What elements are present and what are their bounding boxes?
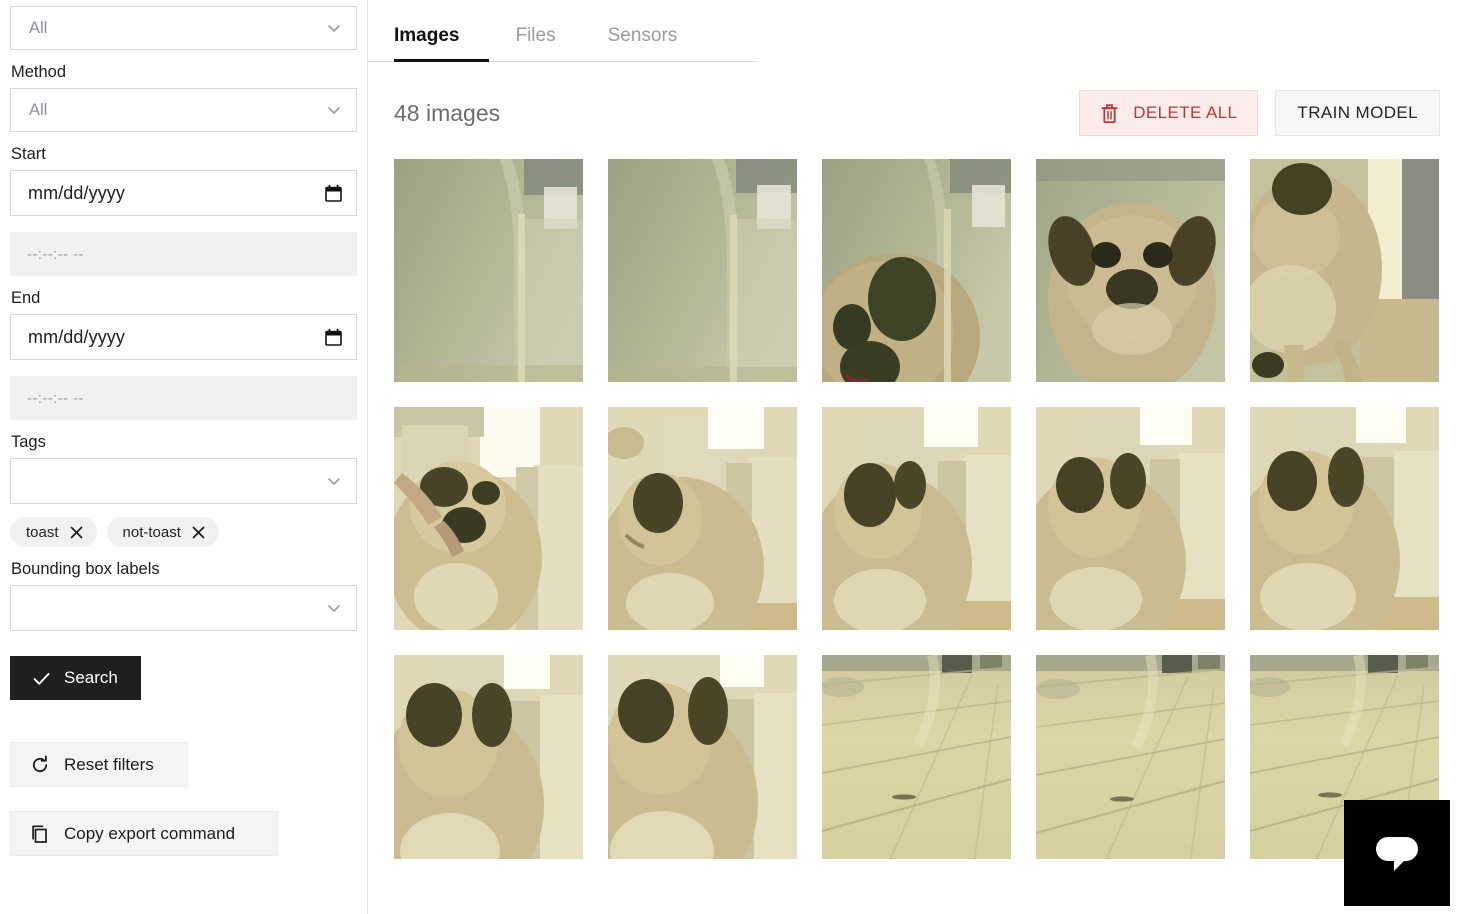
end-date-input[interactable]: mm/dd/yyyy [10,314,357,360]
images-toolbar: 48 images DELETE ALL TRAIN MODEL [368,88,1458,138]
train-model-label: TRAIN MODEL [1297,103,1418,122]
tag-chip-label: not-toast [122,523,181,541]
tab-images[interactable]: Images [394,25,490,62]
tab-sensors-label: Sensors [607,25,678,46]
image-thumbnail[interactable] [608,407,797,630]
chat-bubble-icon [1370,829,1424,877]
end-label: End [11,289,41,307]
image-thumbnail[interactable] [1250,159,1439,382]
chevron-down-icon [325,101,343,119]
method-select[interactable]: All [10,88,357,132]
chevron-down-icon [325,19,343,37]
delete-all-button[interactable]: DELETE ALL [1079,90,1259,136]
tab-images-label: Images [394,25,460,46]
tag-chip-list: toast not-toast [10,517,357,547]
check-icon [32,669,51,688]
copy-export-command-button[interactable]: Copy export command [10,811,278,856]
refresh-icon [30,755,50,775]
toolbar-actions: DELETE ALL TRAIN MODEL [1079,90,1440,136]
delete-all-label: DELETE ALL [1133,103,1238,122]
start-date-placeholder: mm/dd/yyyy [28,182,126,203]
bounding-box-labels-select[interactable] [10,585,357,631]
end-time-placeholder: --:--:-- -- [27,389,84,407]
start-date-input[interactable]: mm/dd/yyyy [10,170,357,216]
chevron-down-icon [325,472,343,490]
image-thumbnail[interactable] [608,655,797,859]
tag-chip-label: toast [26,523,59,541]
tags-select[interactable] [10,458,357,504]
close-icon[interactable] [70,526,83,539]
method-label: Method [11,63,67,81]
calendar-icon[interactable] [325,184,342,202]
main-panel: Images Files Sensors 48 images DELETE AL… [368,0,1458,914]
type-select[interactable]: All [10,6,357,50]
chevron-down-icon [325,599,343,617]
image-thumbnail[interactable] [394,655,583,859]
image-thumbnail[interactable] [822,407,1011,630]
bounding-box-labels-label: Bounding box labels [11,560,160,578]
copy-icon [30,824,50,844]
calendar-icon[interactable] [325,328,342,346]
tag-chip[interactable]: toast [10,517,97,547]
train-model-button[interactable]: TRAIN MODEL [1275,90,1440,136]
image-thumbnail[interactable] [822,655,1011,859]
search-button[interactable]: Search [10,656,141,700]
copy-export-command-label: Copy export command [64,823,236,843]
image-grid [368,159,1458,859]
start-time-placeholder: --:--:-- -- [27,245,84,263]
chat-launcher-button[interactable] [1344,800,1450,906]
start-label: Start [11,145,46,163]
image-thumbnail[interactable] [1036,655,1225,859]
app-root: All Method All Start mm/dd/yyyy --:--:--… [0,0,1458,914]
image-thumbnail[interactable] [1036,407,1225,630]
tabstrip: Images Files Sensors [368,0,1458,62]
close-icon[interactable] [192,526,205,539]
reset-filters-button[interactable]: Reset filters [10,742,188,787]
reset-filters-label: Reset filters [64,754,154,774]
image-thumbnail[interactable] [1036,159,1225,382]
search-button-label: Search [64,668,118,687]
page-scrollbar[interactable] [1450,0,1458,914]
image-thumbnail[interactable] [1250,407,1439,630]
type-select-value: All [29,18,48,37]
end-date-placeholder: mm/dd/yyyy [28,326,126,347]
tab-files[interactable]: Files [489,26,581,61]
tab-sensors[interactable]: Sensors [582,26,704,61]
tag-chip[interactable]: not-toast [106,517,219,547]
image-thumbnail[interactable] [822,159,1011,382]
image-thumbnail[interactable] [608,159,797,382]
image-count: 48 images [394,99,501,126]
image-thumbnail[interactable] [394,159,583,382]
start-time-input[interactable]: --:--:-- -- [10,232,357,276]
method-select-value: All [29,100,48,119]
tab-files-label: Files [515,25,556,46]
trash-icon [1100,103,1119,124]
filter-sidebar: All Method All Start mm/dd/yyyy --:--:--… [0,0,368,914]
tags-label: Tags [11,433,46,451]
image-thumbnail[interactable] [394,407,583,630]
end-time-input[interactable]: --:--:-- -- [10,376,357,420]
